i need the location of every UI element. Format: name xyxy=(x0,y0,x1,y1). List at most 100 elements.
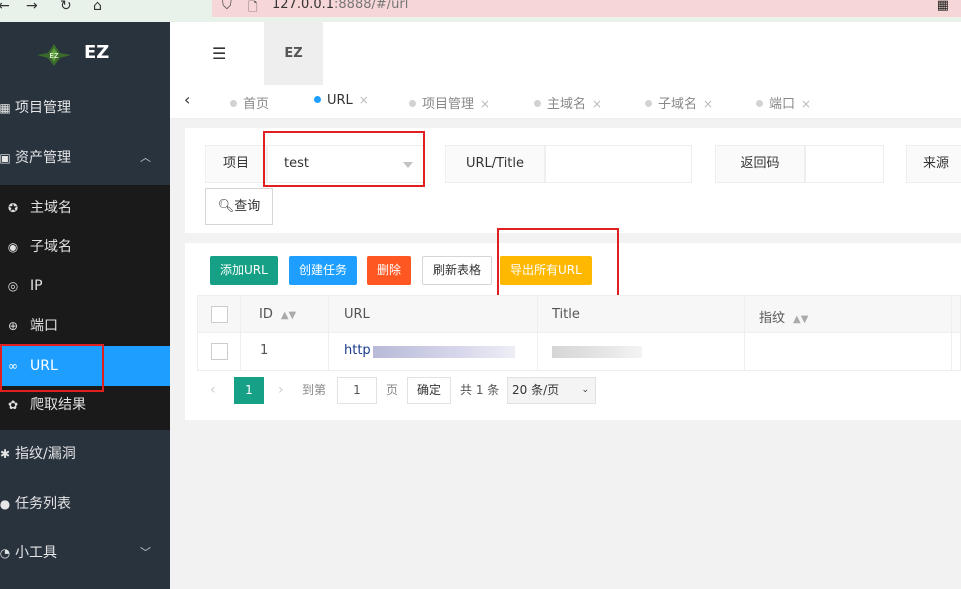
total-count: 共 1 条 xyxy=(460,383,500,397)
sidebar-item-label: 资产管理 xyxy=(15,150,71,166)
page-size-value: 20 条/页 xyxy=(512,383,560,397)
table-header-row: ID ▲▼ URL Title 指纹 ▲▼ xyxy=(197,295,961,333)
sidebar-item-fingerprint-vuln[interactable]: ✱ 指纹/漏洞 xyxy=(0,434,170,474)
tab-dot xyxy=(230,100,237,107)
page-number-current[interactable]: 1 xyxy=(234,377,264,404)
create-task-button[interactable]: 创建任务 xyxy=(289,256,358,285)
page-unit-label: 页 xyxy=(386,383,399,397)
reload-icon[interactable]: ↻ xyxy=(60,0,72,14)
sidebar-item-tools[interactable]: ◔ 小工具 ﹀ xyxy=(0,533,170,573)
sidebar-item-label: 任务列表 xyxy=(15,496,71,512)
project-filter-label: 项目 xyxy=(205,145,267,183)
tab-root-domain[interactable]: 主域名 × xyxy=(534,93,602,112)
status-code-filter-label: 返回码 xyxy=(715,145,805,183)
tab-close-icon[interactable]: × xyxy=(592,97,602,111)
tab-close-icon[interactable]: × xyxy=(480,97,490,111)
highlight-box-project xyxy=(263,131,425,187)
tab-label: URL xyxy=(327,93,353,108)
status-code-input[interactable] xyxy=(805,145,884,183)
back-arrow-icon[interactable]: ← xyxy=(0,0,10,14)
page-icon: 🗋 xyxy=(248,0,258,14)
url-title-input[interactable] xyxy=(545,145,692,183)
goto-label: 到第 xyxy=(302,383,327,397)
plug-icon: ⊕ xyxy=(7,319,19,333)
tab-close-icon[interactable]: × xyxy=(801,97,811,111)
column-header-url: URL xyxy=(344,307,370,322)
address-bar[interactable]: ⛉ 🗋 127.0.0.1:8888/#/url ▦ xyxy=(212,0,961,17)
tab-label: 端口 xyxy=(769,97,796,112)
tab-label: 子域名 xyxy=(658,97,698,112)
tab-home[interactable]: 首页 xyxy=(230,93,269,112)
menu-toggle-icon[interactable]: ☰ xyxy=(212,44,226,63)
header-tab-ez[interactable]: EZ xyxy=(264,22,323,85)
tab-dot xyxy=(409,100,416,107)
search-button-label: 查询 xyxy=(234,199,261,214)
tab-close-icon[interactable]: × xyxy=(703,97,713,111)
chevron-down-icon: ⌄ xyxy=(581,385,589,395)
column-header-fingerprint[interactable]: 指纹 ▲▼ xyxy=(759,307,808,326)
home-icon[interactable]: ⌂ xyxy=(93,0,102,14)
page-size-select[interactable]: 20 条/页 ⌄ xyxy=(507,377,596,404)
list-icon: ● xyxy=(0,497,11,511)
bug-icon: ✱ xyxy=(0,447,11,461)
tab-port[interactable]: 端口 × xyxy=(756,93,811,112)
forward-arrow-icon[interactable]: → xyxy=(26,0,38,14)
tab-label: 主域名 xyxy=(547,97,587,112)
prev-page-icon[interactable]: ‹ xyxy=(210,377,216,404)
tab-dot xyxy=(314,96,321,103)
sidebar-item-label: 端口 xyxy=(30,318,58,334)
tab-dot xyxy=(756,100,763,107)
chevron-up-icon: ︿ xyxy=(140,151,151,164)
sidebar-item-asset-management[interactable]: ▣ 资产管理 ︿ xyxy=(0,138,170,178)
highlight-box-url xyxy=(0,344,104,392)
column-header-id[interactable]: ID ▲▼ xyxy=(259,307,296,322)
logo-text: EZ xyxy=(84,42,110,63)
row-checkbox[interactable] xyxy=(211,343,228,360)
sidebar-item-task-list[interactable]: ● 任务列表 xyxy=(0,484,170,524)
confirm-page-button[interactable]: 确定 xyxy=(407,377,451,404)
tab-project-management[interactable]: 项目管理 × xyxy=(409,93,490,112)
redacted-url xyxy=(373,346,515,358)
chevron-down-icon: ﹀ xyxy=(140,546,151,559)
browser-toolbar: ← → ↻ ⌂ ⛉ 🗋 127.0.0.1:8888/#/url ▦ xyxy=(0,0,961,22)
box-icon: ▣ xyxy=(0,151,11,165)
sort-icon[interactable]: ▲▼ xyxy=(281,310,296,321)
search-button[interactable]: 🔍︎查询 xyxy=(205,188,273,225)
tab-label: 项目管理 xyxy=(422,97,475,112)
sort-icon[interactable]: ▲▼ xyxy=(793,314,808,325)
source-filter-label: 来源 xyxy=(906,145,961,183)
tab-label: 首页 xyxy=(243,97,270,112)
sidebar-item-label: 项目管理 xyxy=(15,100,71,116)
page-tabs-bar: ‹ 首页 URL × 项目管理 × 主域名 × 子域名 × 端口 × xyxy=(170,85,961,119)
search-icon: 🔍︎ xyxy=(217,199,235,214)
sidebar-item-label: 指纹/漏洞 xyxy=(15,446,76,462)
refresh-table-button[interactable]: 刷新表格 xyxy=(422,256,493,285)
next-page-icon[interactable]: › xyxy=(278,377,284,404)
sidebar-item-root-domain[interactable]: ✪ 主域名 xyxy=(0,188,170,228)
sidebar-item-subdomain[interactable]: ◉ 子域名 xyxy=(0,227,170,267)
add-url-button[interactable]: 添加URL xyxy=(210,256,278,285)
sidebar-item-port[interactable]: ⊕ 端口 xyxy=(0,306,170,346)
delete-button[interactable]: 删除 xyxy=(367,256,412,285)
tab-close-icon[interactable]: × xyxy=(359,93,369,107)
cell-url-link[interactable]: http xyxy=(344,343,371,358)
sidebar-item-project-management[interactable]: ▦ 项目管理 xyxy=(0,88,170,128)
tabs-scroll-left-icon[interactable]: ‹ xyxy=(184,90,190,109)
sidebar: EZ EZ ▦ 项目管理 ▣ 资产管理 ︿ ✪ 主域名 ◉ 子域名 ◎ IP ⊕… xyxy=(0,22,170,589)
select-all-checkbox[interactable] xyxy=(211,306,228,323)
redacted-title xyxy=(552,346,642,358)
page-jump-input[interactable]: 1 xyxy=(337,377,377,404)
sidebar-item-ip[interactable]: ◎ IP xyxy=(0,266,170,306)
grid-icon: ▦ xyxy=(0,101,11,115)
tab-url[interactable]: URL × xyxy=(314,93,369,108)
highlight-box-export xyxy=(497,228,619,304)
top-header: ☰ EZ xyxy=(170,22,961,85)
shield-icon: ⛉ xyxy=(222,0,232,13)
cell-id: 1 xyxy=(260,343,269,358)
sidebar-item-label: 小工具 xyxy=(15,545,57,561)
tab-subdomain[interactable]: 子域名 × xyxy=(645,93,713,112)
tab-dot xyxy=(534,100,541,107)
qr-code-icon[interactable]: ▦ xyxy=(937,0,949,13)
svg-text:EZ: EZ xyxy=(49,52,58,60)
location-icon: ◎ xyxy=(7,279,19,293)
